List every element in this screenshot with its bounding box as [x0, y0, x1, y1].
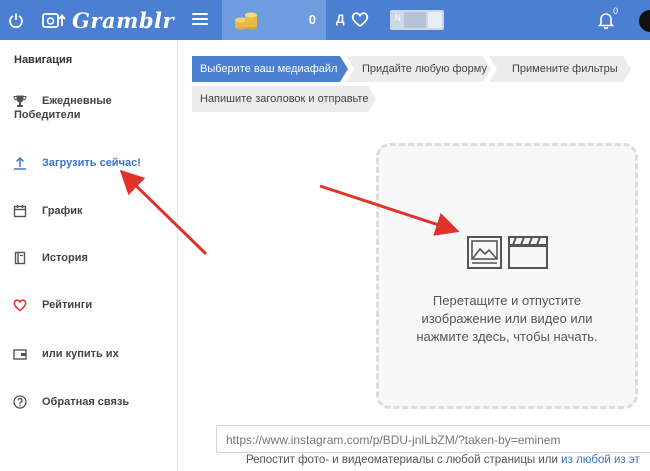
power-icon[interactable]: [8, 12, 24, 28]
url-value: https://www.instagram.com/p/BDU-jnlLbZM/…: [226, 433, 561, 447]
repost-text: Репостит фото- и видеоматериалы с любой …: [246, 454, 562, 466]
sidebar-item-label: или купить их: [42, 348, 119, 360]
media-dropzone[interactable]: Перетащите и отпустите изображение или в…: [376, 143, 638, 409]
toggle-label: N: [395, 14, 401, 23]
coin-count: 0: [308, 12, 316, 27]
bell-icon[interactable]: [598, 11, 614, 29]
book-icon: [14, 251, 26, 265]
heart-icon[interactable]: [351, 11, 369, 28]
sidebar-item-label: Обратная связь: [42, 396, 130, 408]
coins-icon: [235, 12, 257, 30]
calendar-icon: [13, 205, 27, 218]
image-icon: [467, 236, 502, 269]
dropzone-line: Перетащите и отпустите: [432, 293, 582, 308]
sidebar: Навигация Ежедневные Победители Загрузит…: [0, 40, 178, 471]
upload-icon: [14, 156, 26, 170]
step-select-media[interactable]: Выберите ваш медиафайл: [192, 56, 337, 82]
sidebar-heading: Навигация: [14, 54, 73, 66]
step-caption-send[interactable]: Напишите заголовок и отправьте: [192, 86, 368, 112]
step-filters[interactable]: Примените фильтры: [504, 56, 618, 82]
brand-logo: Gramblr: [72, 8, 175, 33]
notification-count: 0: [613, 6, 619, 16]
dropzone-message: Перетащите и отпустите изображение или в…: [389, 292, 625, 346]
top-bar: Gramblr 0 Д N 0: [0, 0, 650, 40]
menu-icon[interactable]: [192, 13, 208, 27]
sidebar-item-label: Рейтинги: [42, 299, 93, 311]
repost-link[interactable]: из любой из эт: [561, 454, 640, 466]
trophy-icon: [13, 95, 27, 107]
toggle-knob[interactable]: [428, 12, 442, 28]
dropzone-line: нажмите здесь, чтобы начать.: [416, 329, 598, 344]
sidebar-item-label: Загрузить сейчас!: [42, 157, 141, 169]
sidebar-item-label-line2: Победители: [14, 109, 81, 121]
sidebar-item-label: Ежедневные: [42, 95, 112, 107]
coins-widget[interactable]: 0: [222, 0, 326, 40]
clapperboard-icon: [508, 236, 548, 269]
avatar[interactable]: [639, 10, 650, 32]
sidebar-item-label: График: [42, 205, 83, 217]
d-label[interactable]: Д: [336, 12, 345, 26]
repost-url-input[interactable]: https://www.instagram.com/p/BDU-jnlLbZM/…: [216, 425, 650, 453]
sidebar-item-label: История: [42, 252, 88, 264]
help-icon: [13, 395, 27, 409]
step-shape[interactable]: Придайте любую форму: [354, 56, 487, 82]
dropzone-line: изображение или видео или: [421, 311, 593, 326]
repost-hint: Репостит фото- и видеоматериалы с любой …: [246, 454, 640, 466]
wallet-icon: [13, 349, 27, 360]
media-icons: [467, 236, 548, 269]
camera-upload-icon: [42, 13, 66, 28]
main-content: Выберите ваш медиафайл Придайте любую фо…: [178, 40, 650, 471]
mode-toggle[interactable]: N: [390, 10, 444, 30]
heart-icon: [13, 299, 27, 312]
